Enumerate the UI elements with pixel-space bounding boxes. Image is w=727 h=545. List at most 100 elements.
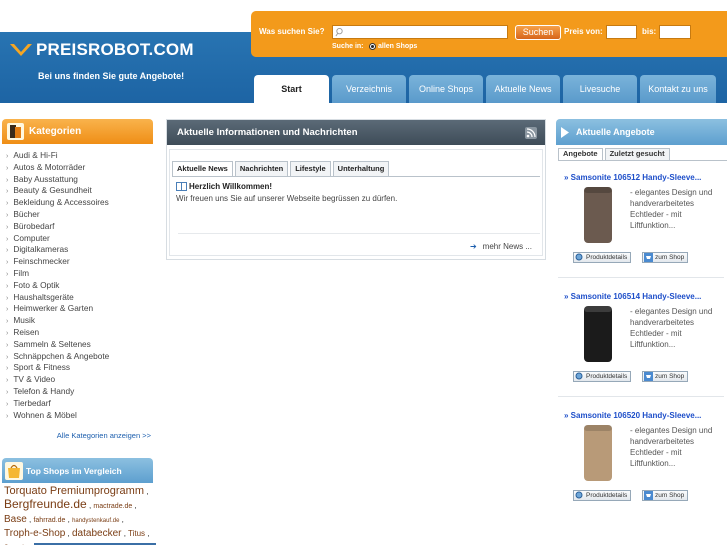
shop-link[interactable]: handystenkauf.de	[72, 518, 119, 524]
all-shops-radio[interactable]	[369, 43, 376, 50]
book-icon	[176, 182, 187, 191]
offer-title[interactable]: » Samsonite 106520 Handy-Sleeve...	[564, 411, 701, 420]
news-item-title[interactable]: Herzlich Willkommen!	[176, 182, 542, 191]
tab-livesuche[interactable]: Livesuche	[563, 75, 637, 103]
offers-tab-angebote[interactable]: Angebote	[558, 148, 603, 160]
category-item[interactable]: › Musik	[6, 315, 153, 327]
category-label: Feinschmecker	[13, 256, 70, 267]
chevron-right-icon: ›	[6, 211, 9, 219]
category-item[interactable]: › Bekleidung & Accessoires	[6, 197, 153, 209]
product-details-button[interactable]: Produktdetails	[573, 371, 632, 382]
more-arrow-icon: ➔	[469, 242, 477, 251]
category-item[interactable]: › Tierbedarf	[6, 398, 153, 410]
categories-panel: Kategorien › Audi & Hi-Fi › Autos & Motorrä…	[2, 119, 153, 440]
chevron-right-icon: ›	[6, 306, 9, 314]
shop-link[interactable]: fahrrad.de	[33, 517, 65, 524]
category-item[interactable]: › Computer	[6, 233, 153, 245]
category-item[interactable]: › Schnäppchen & Angebote	[6, 351, 153, 363]
shop-link[interactable]: databecker	[72, 528, 121, 539]
news-tab-nachrichten[interactable]: Nachrichten	[234, 161, 289, 176]
logo[interactable]: PREISROBOT.COM	[10, 40, 194, 60]
shop-link[interactable]: Torquato Premiumprogramm	[4, 485, 144, 497]
offer-item: » Samsonite 106514 Handy-Sleeve... - ele…	[556, 292, 727, 402]
category-label: Musik	[13, 315, 36, 326]
tab-online-shops[interactable]: Online Shops	[409, 75, 483, 103]
category-item[interactable]: › Film	[6, 268, 153, 280]
chevron-right-icon: ›	[6, 341, 9, 349]
category-item[interactable]: › Beauty & Gesundheit	[6, 185, 153, 197]
category-label: Digitalkameras	[13, 244, 69, 255]
shop-separator: ,	[144, 487, 149, 496]
category-item[interactable]: › Heimwerker & Garten	[6, 303, 153, 315]
chevron-right-icon: ›	[6, 164, 9, 172]
chevron-right-icon: ›	[6, 223, 9, 231]
category-item[interactable]: › Telefon & Handy	[6, 386, 153, 398]
tab-verzeichnis[interactable]: Verzeichnis	[332, 75, 406, 103]
category-item[interactable]: › Baby Ausstattung	[6, 174, 153, 186]
shop-link[interactable]: Titus	[128, 529, 145, 538]
chevron-right-icon: ›	[6, 412, 9, 420]
category-item[interactable]: › TV & Video	[6, 374, 153, 386]
product-details-button[interactable]: Produktdetails	[573, 252, 632, 263]
product-details-button[interactable]: Produktdetails	[573, 490, 632, 501]
category-item[interactable]: › Sport & Fitness	[6, 362, 153, 374]
offers-title: Aktuelle Angebote	[576, 127, 655, 137]
chevron-right-icon: ›	[6, 153, 9, 160]
shop-separator: ,	[145, 529, 150, 538]
offer-title[interactable]: » Samsonite 106514 Handy-Sleeve...	[564, 292, 701, 301]
rss-icon[interactable]	[525, 126, 537, 139]
tab-aktuelle-news[interactable]: Aktuelle News	[486, 75, 560, 103]
category-item[interactable]: › Sammeln & Seltenes	[6, 339, 153, 351]
chevron-right-icon: ›	[6, 176, 9, 184]
cart-icon	[644, 253, 653, 262]
category-label: Bekleidung & Accessoires	[13, 197, 109, 208]
product-image[interactable]	[581, 304, 615, 364]
category-item[interactable]: › Bücher	[6, 209, 153, 221]
search-in-label: Suche in:	[332, 43, 364, 50]
news-item-text: Wir freuen uns Sie auf unserer Webseite …	[176, 194, 398, 203]
shop-link[interactable]: mactrade.de	[93, 503, 132, 510]
go-to-shop-button[interactable]: zum Shop	[642, 252, 689, 263]
shop-link[interactable]: Base	[4, 514, 27, 525]
category-item[interactable]: › Foto & Optik	[6, 280, 153, 292]
logo-chevron-icon	[10, 44, 32, 56]
category-label: Heimwerker & Garten	[13, 303, 94, 314]
news-tab-unterhaltung[interactable]: Unterhaltung	[332, 161, 390, 176]
news-tab-aktuelle-news[interactable]: Aktuelle News	[172, 161, 233, 176]
category-item[interactable]: › Bürobedarf	[6, 221, 153, 233]
category-item[interactable]: › Autos & Motorräder	[6, 162, 153, 174]
tab-start[interactable]: Start	[254, 75, 329, 103]
category-label: Audi & Hi-Fi	[13, 150, 58, 160]
news-tab-lifestyle[interactable]: Lifestyle	[290, 161, 331, 176]
more-news-link[interactable]: ➔ mehr News ...	[470, 242, 532, 251]
category-item[interactable]: › Wohnen & Möbel	[6, 410, 153, 422]
go-to-shop-button[interactable]: zum Shop	[642, 490, 689, 501]
tab-kontakt[interactable]: Kontakt zu uns	[640, 75, 716, 103]
category-item[interactable]: › Digitalkameras	[6, 244, 153, 256]
play-icon	[561, 126, 569, 138]
category-item[interactable]: › Feinschmecker	[6, 256, 153, 268]
categories-icon	[7, 123, 24, 140]
price-to-input[interactable]	[659, 25, 691, 39]
shop-separator: ,	[65, 529, 72, 538]
search-button[interactable]: Suchen	[515, 25, 561, 40]
category-label: Autos & Motorräder	[13, 161, 86, 172]
search-input[interactable]	[332, 25, 508, 39]
shop-link[interactable]: Bergfreunde.de	[4, 497, 87, 511]
offers-tab-divider	[558, 160, 727, 161]
news-tabs: Aktuelle News Nachrichten Lifestyle Unte…	[170, 150, 542, 176]
go-to-shop-button[interactable]: zum Shop	[642, 371, 689, 382]
category-item[interactable]: › Haushaltsgeräte	[6, 292, 153, 304]
price-from-input[interactable]	[606, 25, 637, 39]
chevron-right-icon: ›	[6, 282, 9, 290]
shop-link[interactable]: Troph-e-Shop	[4, 528, 65, 539]
offers-tab-zuletzt-gesucht[interactable]: Zuletzt gesucht	[604, 148, 670, 160]
news-title: Aktuelle Informationen und Nachrichten	[177, 127, 358, 138]
category-item[interactable]: › Reisen	[6, 327, 153, 339]
all-categories-link[interactable]: Alle Kategorien anzeigen >>	[57, 431, 151, 440]
product-image[interactable]	[581, 185, 615, 245]
product-image[interactable]	[581, 423, 615, 483]
chevron-right-icon: ›	[6, 294, 9, 302]
offer-title[interactable]: » Samsonite 106512 Handy-Sleeve...	[564, 173, 701, 182]
category-item[interactable]: › Audi & Hi-Fi	[6, 150, 153, 162]
